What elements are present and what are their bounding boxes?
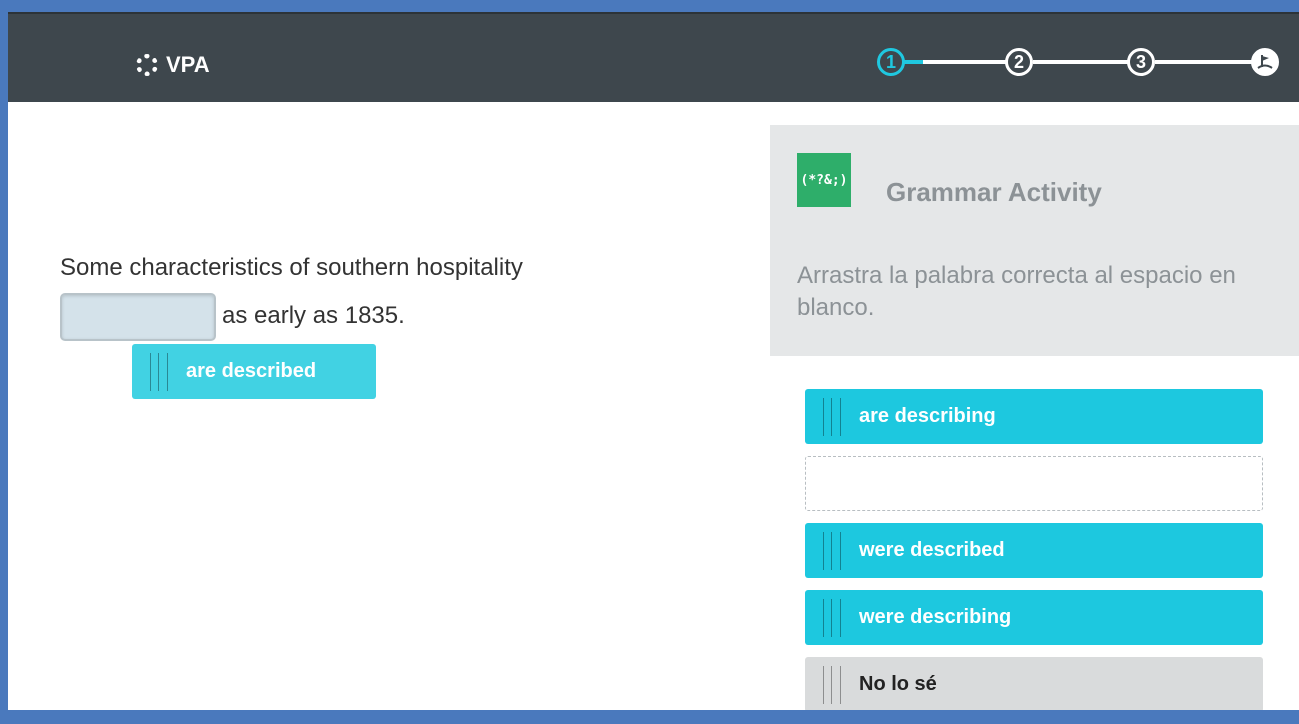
question-text-after: as early as 1835. [222,302,405,329]
question-text-before: Some characteristics of southern hospita… [60,254,523,281]
option-chip[interactable]: were described [805,523,1263,578]
brand-logo: VPA [136,52,210,78]
option-empty-slot[interactable] [805,456,1263,511]
option-label: were described [859,539,1005,561]
step-2[interactable]: 2 [1005,48,1033,76]
question-second-line: as early as 1835. [60,292,700,341]
vpa-ring-icon [136,54,158,76]
grammar-icon-glyph: (*?&;) [800,172,848,188]
option-dont-know[interactable]: No lo sé [805,657,1263,712]
option-label: are describing [859,405,996,427]
step-connector-3-end [1155,60,1253,64]
finish-flag-icon [1257,55,1273,69]
drag-handle-icon [823,665,841,704]
step-1[interactable]: 1 [877,48,905,76]
answer-options: are describing were described were descr… [805,389,1263,724]
step-3[interactable]: 3 [1127,48,1155,76]
window-frame-bottom [0,710,1299,722]
drag-handle-icon [823,531,841,570]
answer-drop-zone[interactable] [60,292,216,341]
question-sentence: Some characteristics of southern hospita… [60,244,700,341]
option-chip[interactable]: were describing [805,590,1263,645]
dragged-answer-label: are described [186,360,317,382]
panel-title: Grammar Activity [886,177,1102,207]
instructions-panel: (*?&;) Grammar Activity Arrastra la pala… [770,125,1299,356]
drag-handle-icon [150,352,168,391]
option-chip[interactable]: are describing [805,389,1263,444]
drag-handle-icon [823,598,841,637]
brand-name: VPA [166,52,210,77]
progress-stepper: 1 2 3 [873,42,1293,82]
window-frame-top [0,0,1299,12]
option-label: were describing [859,606,1012,628]
step-connector-active [903,60,923,64]
step-connector-1-2 [923,60,1007,64]
header-bar: VPA 1 2 3 [8,12,1299,102]
finish-step[interactable] [1251,48,1279,76]
panel-instructions: Arrastra la palabra correcta al espacio … [797,262,1236,321]
step-connector-2-3 [1033,60,1128,64]
drag-handle-icon [823,397,841,436]
option-label: No lo sé [859,673,937,695]
dragged-answer-chip[interactable]: are described [132,344,376,399]
grammar-activity-icon: (*?&;) [797,153,851,207]
activity-app: VPA 1 2 3 Some characteristics of southe… [8,12,1299,712]
